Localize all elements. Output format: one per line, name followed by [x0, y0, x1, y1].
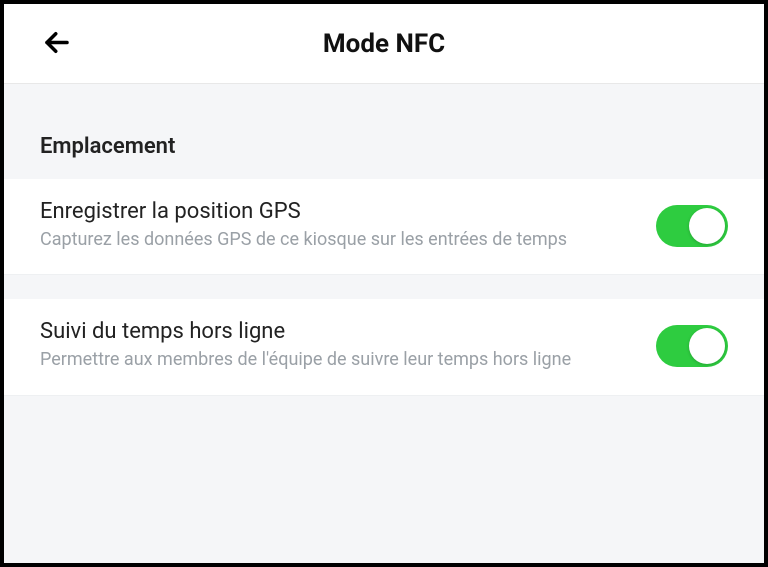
header: Mode NFC — [4, 4, 764, 84]
toggle-gps[interactable] — [656, 205, 728, 247]
setting-description: Capturez les données GPS de ce kiosque s… — [40, 228, 580, 252]
setting-title: Enregistrer la position GPS — [40, 199, 636, 224]
setting-title: Suivi du temps hors ligne — [40, 319, 636, 344]
section-header-location: Emplacement — [4, 84, 764, 179]
page-title: Mode NFC — [4, 29, 764, 59]
setting-description: Permettre aux membres de l'équipe de sui… — [40, 348, 580, 372]
setting-row-gps: Enregistrer la position GPS Capturez les… — [4, 179, 764, 275]
toggle-knob-icon — [689, 328, 725, 364]
toggle-offline[interactable] — [656, 325, 728, 367]
setting-text: Enregistrer la position GPS Capturez les… — [40, 199, 636, 252]
back-arrow-icon — [42, 45, 72, 60]
content-area: Emplacement Enregistrer la position GPS … — [4, 84, 764, 563]
back-button[interactable] — [34, 19, 80, 68]
toggle-knob-icon — [689, 208, 725, 244]
setting-text: Suivi du temps hors ligne Permettre aux … — [40, 319, 636, 372]
setting-row-offline: Suivi du temps hors ligne Permettre aux … — [4, 299, 764, 395]
